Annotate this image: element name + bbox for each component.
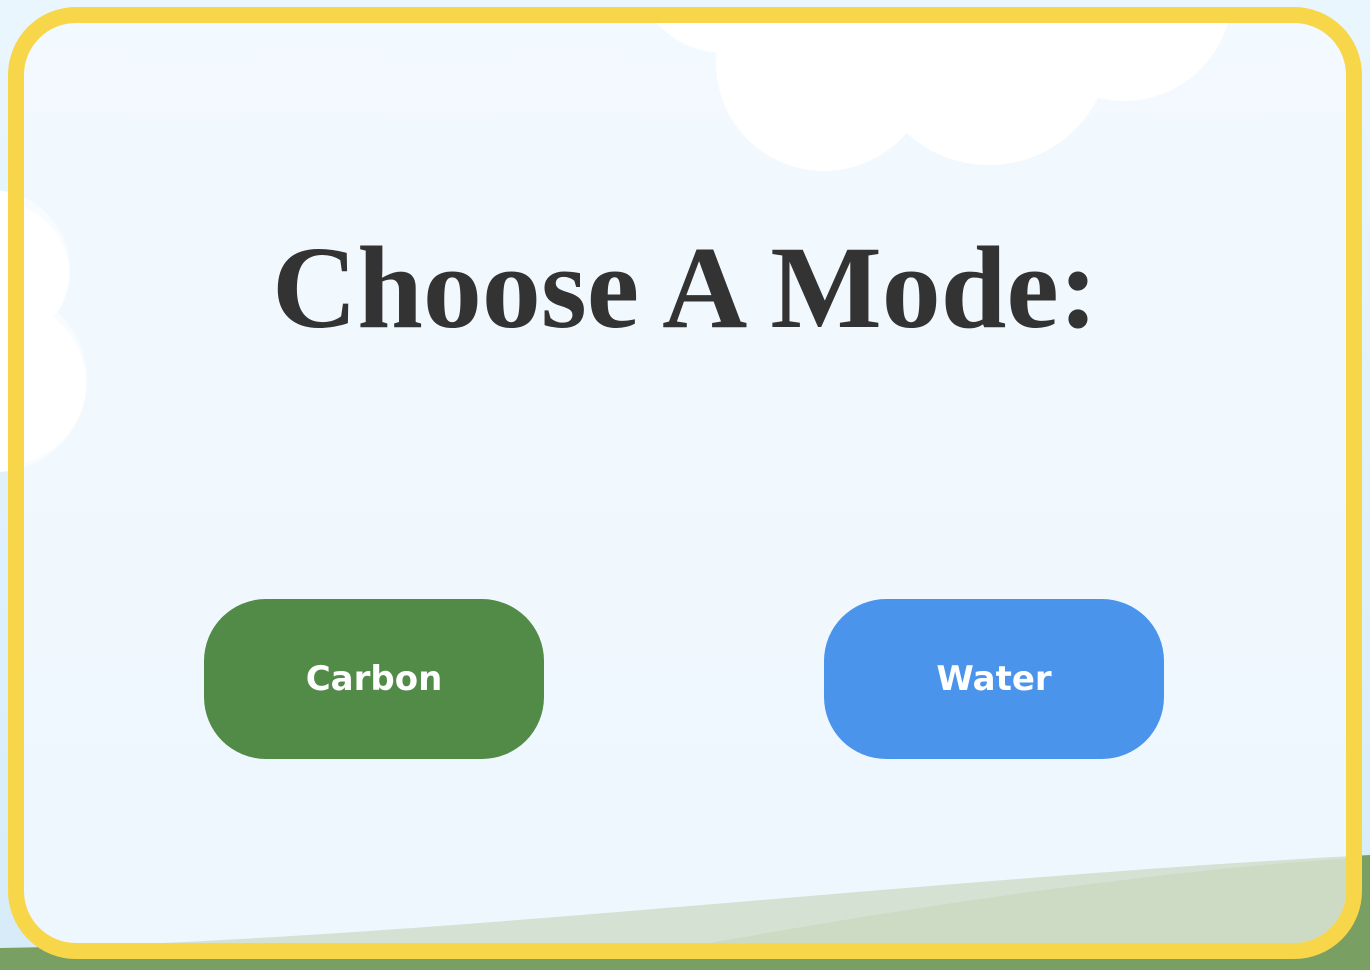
- panel-scenery: [24, 23, 1346, 943]
- page-title: Choose A Mode:: [272, 222, 1098, 353]
- carbon-mode-button[interactable]: Carbon: [204, 599, 544, 759]
- cloud-top: [656, 23, 1228, 171]
- panel-grass-hill: [709, 858, 1346, 943]
- mode-select-panel: Choose A Mode: Carbon Water: [8, 7, 1362, 959]
- water-mode-button[interactable]: Water: [824, 599, 1164, 759]
